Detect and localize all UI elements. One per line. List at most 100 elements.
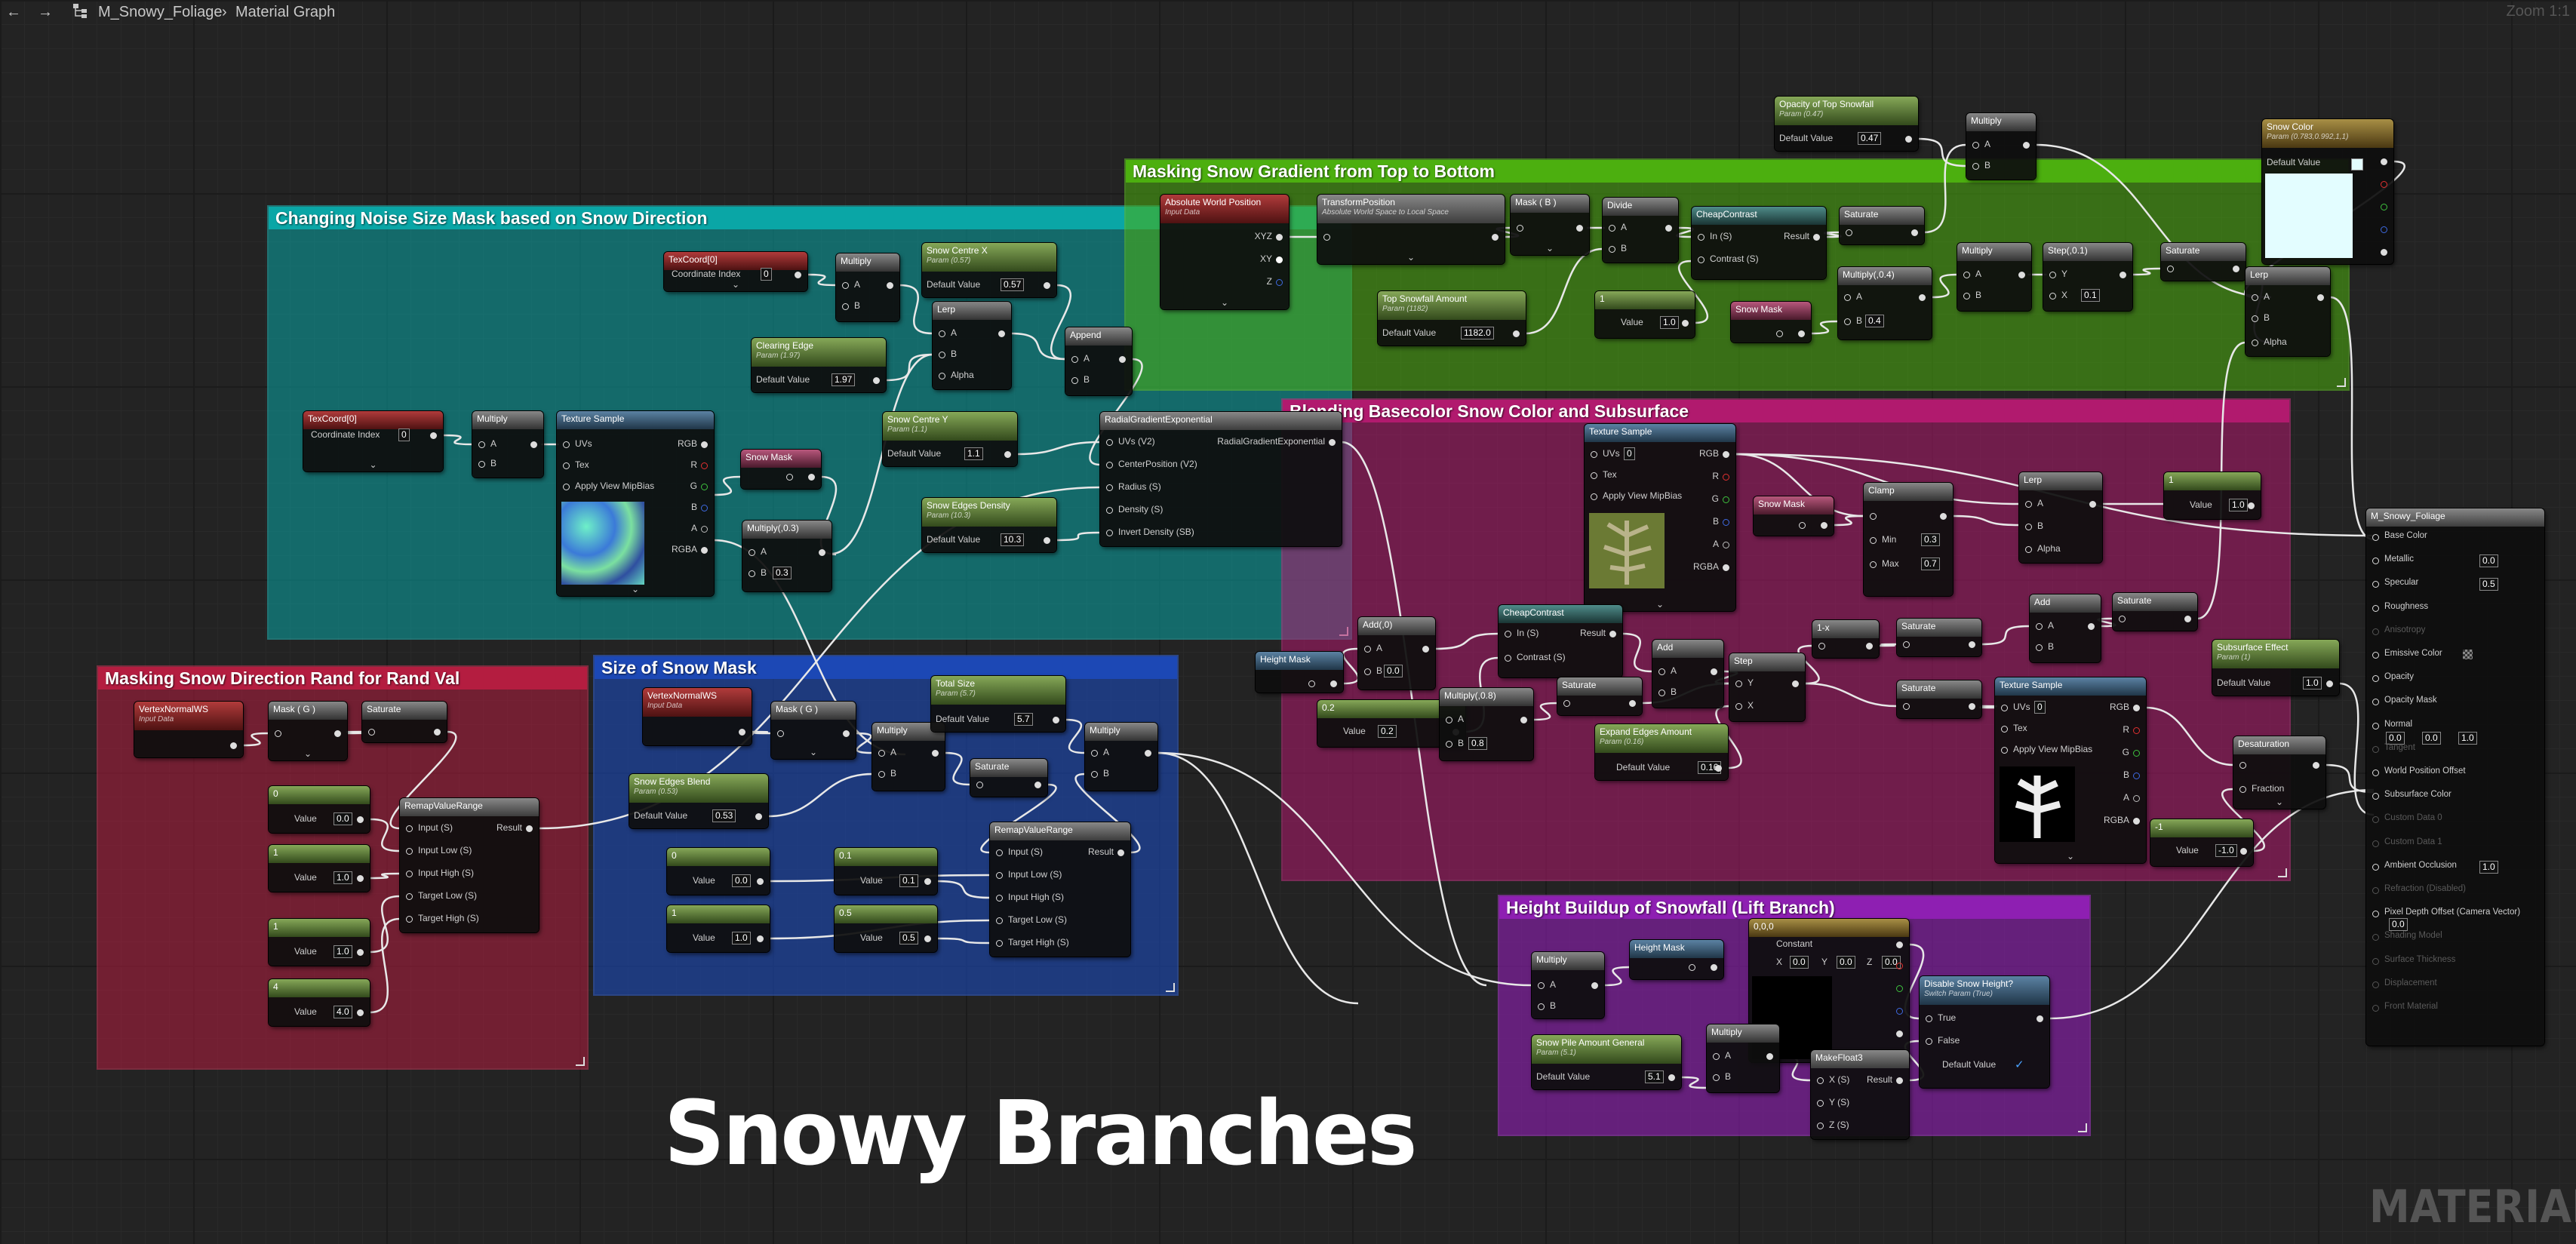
input-pin[interactable] <box>1609 246 1615 253</box>
input-pin[interactable] <box>1972 142 1979 149</box>
input-pin[interactable] <box>2372 722 2379 730</box>
output-pin[interactable] <box>357 875 364 882</box>
input-pin[interactable] <box>939 373 945 379</box>
node-header[interactable]: VertexNormalWS Input Data <box>134 702 243 730</box>
node-saturate4[interactable]: Saturate <box>1897 619 1981 656</box>
input-pin[interactable] <box>1846 229 1852 236</box>
output-pin[interactable] <box>924 878 931 885</box>
input-pin[interactable] <box>1071 356 1078 363</box>
node-header[interactable]: Texture Sample <box>1995 677 2146 696</box>
node-snowcentrey[interactable]: Snow Centre Y Param (1.1) Default Value 1.1 <box>883 412 1017 466</box>
node-heightmask2[interactable]: Height Mask <box>1630 940 1723 979</box>
node-add2[interactable]: Add A B <box>1652 640 1723 708</box>
node-multiply08[interactable]: Multiply(,0.8) A B 0.8 <box>1440 688 1533 760</box>
input-pin[interactable] <box>2036 623 2043 630</box>
input-pin[interactable] <box>368 729 375 736</box>
input-pin[interactable] <box>1698 234 1705 241</box>
node-header[interactable]: -1 <box>2150 819 2253 837</box>
input-pin[interactable] <box>2239 762 2246 769</box>
input-pin[interactable] <box>2049 272 2056 278</box>
node-multiply_top[interactable]: Multiply A B <box>1966 113 2036 180</box>
output-pin[interactable] <box>1919 294 1926 301</box>
node-multiply_f[interactable]: Multiply A B <box>1532 952 1604 1018</box>
output-pin[interactable] <box>1591 982 1598 989</box>
node-const1b[interactable]: 1 Value 1.0 <box>2164 472 2261 519</box>
input-pin[interactable] <box>1517 225 1523 232</box>
value-field[interactable]: 1.97 <box>832 373 856 386</box>
output-pin[interactable] <box>2023 142 2030 149</box>
input-pin[interactable] <box>1658 668 1665 675</box>
input-pin[interactable] <box>1658 690 1665 696</box>
input-pin[interactable] <box>2372 604 2379 612</box>
output-pin[interactable] <box>1053 717 1059 723</box>
chevron-down-icon[interactable]: ⌄ <box>1656 599 1664 610</box>
input-pin[interactable] <box>2372 557 2379 565</box>
node-header[interactable]: Snow Centre X Param (0.57) <box>922 243 1056 272</box>
node-remap1[interactable]: RemapValueRange Input (S) Result Input Low … <box>400 798 539 932</box>
value-field[interactable]: 0.0 <box>1837 956 1855 969</box>
node-header[interactable]: Height Mask <box>1256 652 1343 670</box>
value-field[interactable]: 0 <box>1624 447 1635 460</box>
input-pin[interactable] <box>1844 294 1851 301</box>
output-pin[interactable] <box>1911 229 1918 236</box>
value-field[interactable]: 1.1 <box>964 447 983 460</box>
chevron-down-icon[interactable]: ⌄ <box>304 748 312 759</box>
output-pin[interactable] <box>1715 765 1722 772</box>
output-pin[interactable] <box>1723 564 1729 571</box>
node-header[interactable]: Snow Pile Amount General Param (5.1) <box>1532 1035 1681 1064</box>
output-pin[interactable] <box>2240 848 2247 855</box>
wire[interactable] <box>1952 514 2020 527</box>
output-pin[interactable] <box>887 282 893 289</box>
output-pin[interactable] <box>1609 631 1616 637</box>
wire[interactable] <box>1804 682 1898 708</box>
input-pin[interactable] <box>2372 769 2379 776</box>
wire[interactable] <box>1603 966 1631 987</box>
input-pin[interactable] <box>996 940 1003 947</box>
value-field[interactable]: 0.0 <box>732 874 751 887</box>
input-pin[interactable] <box>1818 643 1825 650</box>
node-c1c[interactable]: 1 Value 1.0 <box>667 905 770 952</box>
node-header[interactable]: Multiply <box>1532 952 1604 970</box>
input-pin[interactable] <box>1106 462 1113 468</box>
input-pin[interactable] <box>1817 1100 1824 1107</box>
output-pin[interactable] <box>1896 941 1903 948</box>
node-header[interactable]: Clamp <box>1864 483 1953 501</box>
value-field[interactable]: 1.0 <box>1660 316 1679 329</box>
node-c01[interactable]: 0.1 Value 0.1 <box>835 848 937 895</box>
node-subsurface[interactable]: Subsurface Effect Param (1) Default Value 1… <box>2212 640 2339 696</box>
input-pin[interactable] <box>2252 315 2258 322</box>
output-pin[interactable] <box>1682 320 1689 327</box>
output-pin[interactable] <box>1766 1053 1773 1060</box>
node-multiply04[interactable]: Multiply(,0.4) A B 0.4 <box>1838 267 1932 339</box>
chevron-down-icon[interactable]: ⌄ <box>632 584 639 594</box>
node-header[interactable]: Saturate <box>1897 680 1981 699</box>
node-header[interactable]: 1 <box>269 845 370 863</box>
input-pin[interactable] <box>406 893 413 900</box>
input-pin[interactable] <box>406 825 413 832</box>
wire[interactable] <box>1525 247 1603 335</box>
output-pin[interactable] <box>1044 282 1050 289</box>
output-pin[interactable] <box>334 730 341 737</box>
input-pin[interactable] <box>1106 439 1113 446</box>
input-pin[interactable] <box>2025 546 2032 553</box>
input-pin[interactable] <box>2119 616 2126 622</box>
input-pin[interactable] <box>2372 887 2379 894</box>
value-field[interactable]: 0.3 <box>1921 533 1940 546</box>
input-pin[interactable] <box>1091 750 1098 757</box>
node-header[interactable]: 0.5 <box>835 905 937 923</box>
input-pin[interactable] <box>1071 377 1078 384</box>
output-pin[interactable] <box>1004 451 1011 458</box>
input-pin[interactable] <box>1735 680 1742 687</box>
node-texcoord0b[interactable]: TexCoord[0] Coordinate Index 0 ⌄ <box>303 411 443 471</box>
output-pin[interactable] <box>2088 623 2095 630</box>
output-pin[interactable] <box>1329 439 1336 446</box>
value-field[interactable]: 0.0 <box>334 812 352 825</box>
node-header[interactable]: TexCoord[0] <box>303 411 443 429</box>
node-expandedges[interactable]: Expand Edges Amount Param (0.16) Default V… <box>1595 724 1728 780</box>
input-pin[interactable] <box>1903 703 1910 710</box>
output-pin[interactable] <box>701 462 708 469</box>
input-pin[interactable] <box>2372 911 2379 918</box>
node-header[interactable]: Snow Edges Blend Param (0.53) <box>629 774 768 803</box>
output-pin[interactable] <box>1969 641 1975 648</box>
output-pin[interactable] <box>434 729 441 736</box>
